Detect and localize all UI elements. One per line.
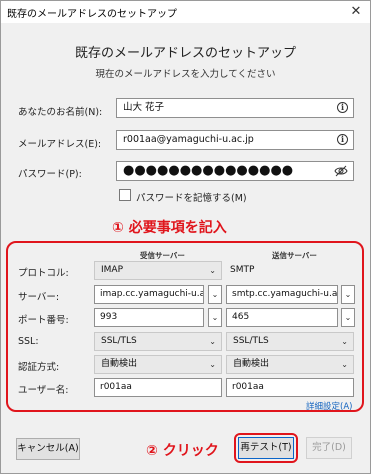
incoming-port-value: 993 bbox=[100, 312, 118, 322]
outgoing-username-value: r001aa bbox=[232, 382, 264, 392]
chevron-down-icon: ⌄ bbox=[211, 313, 219, 322]
port-label: ポート番号: bbox=[18, 315, 69, 326]
password-label: パスワード(P): bbox=[18, 169, 82, 180]
incoming-port-dropdown[interactable]: ⌄ bbox=[208, 308, 222, 327]
advanced-settings-link[interactable]: 詳細設定(A) bbox=[306, 400, 352, 412]
incoming-server-header: 受信サーバー bbox=[140, 251, 185, 260]
info-icon[interactable]: i bbox=[337, 102, 348, 113]
incoming-ssl-value: SSL/TLS bbox=[101, 336, 137, 346]
password-input[interactable]: ●●●●●●●●●●●●●●● bbox=[116, 161, 354, 181]
outgoing-port-value: 465 bbox=[232, 312, 250, 322]
outgoing-ssl-value: SSL/TLS bbox=[233, 336, 269, 346]
username-label: ユーザー名: bbox=[18, 385, 69, 396]
outgoing-server-header: 送信サーバー bbox=[272, 251, 317, 260]
name-input[interactable]: 山大 花子 bbox=[116, 98, 354, 118]
hostname-label: サーバー: bbox=[18, 292, 60, 303]
name-label: あなたのお名前(N): bbox=[18, 107, 103, 118]
incoming-username-input[interactable]: r001aa bbox=[94, 378, 222, 397]
outgoing-port-dropdown[interactable]: ⌄ bbox=[341, 308, 355, 327]
chevron-down-icon: ⌄ bbox=[344, 290, 352, 299]
outgoing-auth-value: 自動検出 bbox=[233, 359, 270, 369]
annotation-step2: ② クリック bbox=[146, 443, 219, 459]
incoming-hostname-dropdown[interactable]: ⌄ bbox=[208, 285, 222, 304]
remember-password-label: パスワードを記憶する(M) bbox=[136, 193, 247, 204]
incoming-auth-value: 自動検出 bbox=[101, 359, 138, 369]
retest-button[interactable]: 再テスト(T) bbox=[238, 437, 294, 459]
email-input[interactable]: r001aa@yamaguchi-u.ac.jp bbox=[116, 130, 354, 150]
ssl-label: SSL: bbox=[18, 336, 39, 347]
outgoing-protocol-value: SMTP bbox=[230, 265, 255, 275]
chevron-down-icon: ⌄ bbox=[209, 266, 216, 275]
chevron-down-icon: ⌄ bbox=[209, 337, 216, 346]
outgoing-username-input[interactable]: r001aa bbox=[226, 378, 354, 397]
info-icon[interactable]: i bbox=[337, 134, 348, 145]
title-bar: 既存のメールアドレスのセットアップ ✕ bbox=[1, 1, 370, 23]
chevron-down-icon: ⌄ bbox=[341, 360, 348, 369]
auth-method-label: 認証方式: bbox=[18, 362, 60, 373]
incoming-auth-select[interactable]: 自動検出 ⌄ bbox=[94, 355, 222, 374]
annotation-step1: ① 必要事項を記入 bbox=[112, 220, 227, 236]
incoming-ssl-select[interactable]: SSL/TLS ⌄ bbox=[94, 332, 222, 351]
email-label: メールアドレス(E): bbox=[18, 139, 102, 150]
outgoing-ssl-select[interactable]: SSL/TLS ⌄ bbox=[226, 332, 354, 351]
incoming-hostname-input[interactable]: imap.cc.yamaguchi-u.ac.jp bbox=[94, 285, 204, 304]
chevron-down-icon: ⌄ bbox=[344, 313, 352, 322]
cancel-button[interactable]: キャンセル(A) bbox=[16, 438, 80, 460]
outgoing-hostname-dropdown[interactable]: ⌄ bbox=[341, 285, 355, 304]
close-icon[interactable]: ✕ bbox=[347, 3, 365, 21]
done-button[interactable]: 完了(D) bbox=[306, 437, 352, 459]
password-value: ●●●●●●●●●●●●●●● bbox=[123, 163, 294, 178]
outgoing-port-input[interactable]: 465 bbox=[226, 308, 338, 327]
protocol-label: プロトコル: bbox=[18, 268, 69, 279]
remember-password-checkbox[interactable] bbox=[119, 189, 131, 201]
chevron-down-icon: ⌄ bbox=[211, 290, 219, 299]
incoming-hostname-value: imap.cc.yamaguchi-u.ac.jp bbox=[100, 289, 204, 299]
outgoing-auth-select[interactable]: 自動検出 ⌄ bbox=[226, 355, 354, 374]
incoming-protocol-value: IMAP bbox=[101, 265, 124, 275]
page-title: 既存のメールアドレスのセットアップ bbox=[74, 46, 296, 61]
chevron-down-icon: ⌄ bbox=[209, 360, 216, 369]
incoming-username-value: r001aa bbox=[100, 382, 132, 392]
chevron-down-icon: ⌄ bbox=[341, 337, 348, 346]
page-subtitle: 現在のメールアドレスを入力してください bbox=[95, 69, 276, 80]
show-password-icon[interactable] bbox=[334, 165, 348, 177]
name-value: 山大 花子 bbox=[123, 102, 165, 113]
window-title: 既存のメールアドレスのセットアップ bbox=[7, 9, 177, 20]
incoming-port-input[interactable]: 993 bbox=[94, 308, 204, 327]
outgoing-hostname-value: smtp.cc.yamaguchi-u.ac.jp bbox=[232, 289, 338, 299]
email-value: r001aa@yamaguchi-u.ac.jp bbox=[123, 134, 254, 145]
outgoing-hostname-input[interactable]: smtp.cc.yamaguchi-u.ac.jp bbox=[226, 285, 338, 304]
incoming-protocol-select[interactable]: IMAP ⌄ bbox=[94, 261, 222, 280]
